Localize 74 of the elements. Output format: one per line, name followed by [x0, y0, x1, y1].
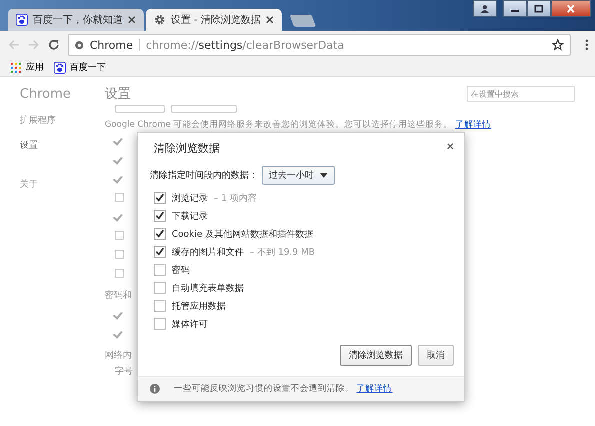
bookmark-label: 百度一下 [70, 62, 106, 74]
bookmark-label: 应用 [26, 62, 44, 74]
section-heading: 网络内 [105, 350, 132, 362]
url-text: chrome://settings/clearBrowserData [146, 38, 346, 52]
close-icon[interactable] [266, 16, 274, 24]
bookmark-item[interactable]: 百度一下 [54, 61, 106, 74]
footer-note: 一些可能反映浏览习惯的设置不会遭到清除。 了解详情 [174, 383, 393, 395]
search-field[interactable]: 在设置中搜索 [467, 86, 575, 102]
option-detail: – 1 项内容 [214, 192, 257, 204]
gear-icon [154, 14, 166, 26]
checkbox[interactable] [154, 282, 166, 294]
checkbox[interactable] [154, 228, 166, 240]
close-icon[interactable] [447, 143, 454, 150]
reload-icon[interactable] [48, 39, 60, 51]
checkbox[interactable] [154, 264, 166, 276]
checkbox[interactable] [115, 231, 124, 240]
button-placeholder[interactable] [115, 105, 165, 113]
option-detail: – 不到 19.9 MB [250, 246, 316, 258]
checkbox[interactable] [154, 318, 166, 330]
setting-label: 字号 [115, 366, 133, 378]
clear-button[interactable]: 清除浏览数据 [340, 345, 412, 366]
option-label: 自动填充表单数据 [172, 282, 244, 294]
site-label: Chrome [90, 38, 134, 52]
paw-icon [54, 62, 66, 74]
forward-arrow-icon[interactable] [28, 39, 40, 51]
section-heading: 密码和 [105, 290, 132, 302]
option-label: 缓存的图片和文件 [172, 246, 244, 258]
star-icon[interactable] [552, 39, 564, 51]
close-button[interactable] [551, 0, 591, 17]
checkbox[interactable] [154, 210, 166, 222]
close-icon[interactable] [128, 16, 136, 24]
maximize-icon [534, 4, 544, 12]
close-icon [566, 4, 576, 12]
browser-tab[interactable]: 百度一下，你就知道 [8, 9, 144, 31]
checkbox[interactable] [154, 300, 166, 312]
checkbox[interactable] [115, 193, 124, 202]
option-label: Cookie 及其他网站数据和插件数据 [172, 228, 314, 240]
learn-more-link[interactable]: 了解详情 [356, 384, 393, 394]
time-range-dropdown[interactable]: 过去一小时 [262, 166, 335, 185]
tab-title: 百度一下，你就知道 [33, 14, 123, 27]
chrome-page-icon [75, 40, 84, 50]
option-label: 浏览记录 [172, 192, 208, 204]
paw-icon [16, 14, 28, 26]
option-label: 下载记录 [172, 210, 208, 222]
apps-grid-icon [10, 62, 22, 74]
dialog-title: 清除浏览数据 [154, 141, 220, 156]
learn-more-link[interactable]: 了解详情 [455, 120, 492, 130]
menu-icon[interactable] [585, 39, 589, 51]
info-icon [150, 384, 160, 394]
browser-tab[interactable]: 设置 - 清除浏览数据 [146, 9, 282, 31]
checkbox[interactable] [154, 192, 166, 204]
tab-title: 设置 - 清除浏览数据 [171, 14, 261, 27]
checkbox[interactable] [154, 246, 166, 258]
back-arrow-icon[interactable] [8, 39, 20, 51]
option-label: 媒体许可 [172, 318, 208, 330]
option-label: 托管应用数据 [172, 300, 226, 312]
cancel-button[interactable]: 取消 [418, 345, 454, 366]
checkbox[interactable] [115, 250, 124, 259]
sidebar-item[interactable]: 设置 [20, 139, 38, 152]
checkbox[interactable] [115, 269, 124, 278]
address-bar[interactable]: Chrome chrome://settings/clearBrowserData [68, 34, 571, 56]
user-button[interactable] [473, 0, 497, 17]
bookmark-item[interactable]: 应用 [10, 61, 44, 74]
range-label: 清除指定时间段内的数据： [150, 170, 258, 182]
option-label: 密码 [172, 264, 190, 276]
privacy-notice: Google Chrome 可能会使用网络服务来改善您的浏览体验。您可以选择停用这些服务。 了解详情 [105, 119, 492, 131]
sidebar-title: Chrome [20, 87, 71, 102]
new-tab-button[interactable] [290, 15, 316, 27]
button-placeholder[interactable] [171, 105, 237, 113]
minimize-button[interactable] [503, 0, 527, 17]
person-icon [480, 4, 490, 12]
page-title: 设置 [105, 86, 131, 103]
maximize-button[interactable] [527, 0, 551, 17]
caret-icon [320, 173, 328, 178]
